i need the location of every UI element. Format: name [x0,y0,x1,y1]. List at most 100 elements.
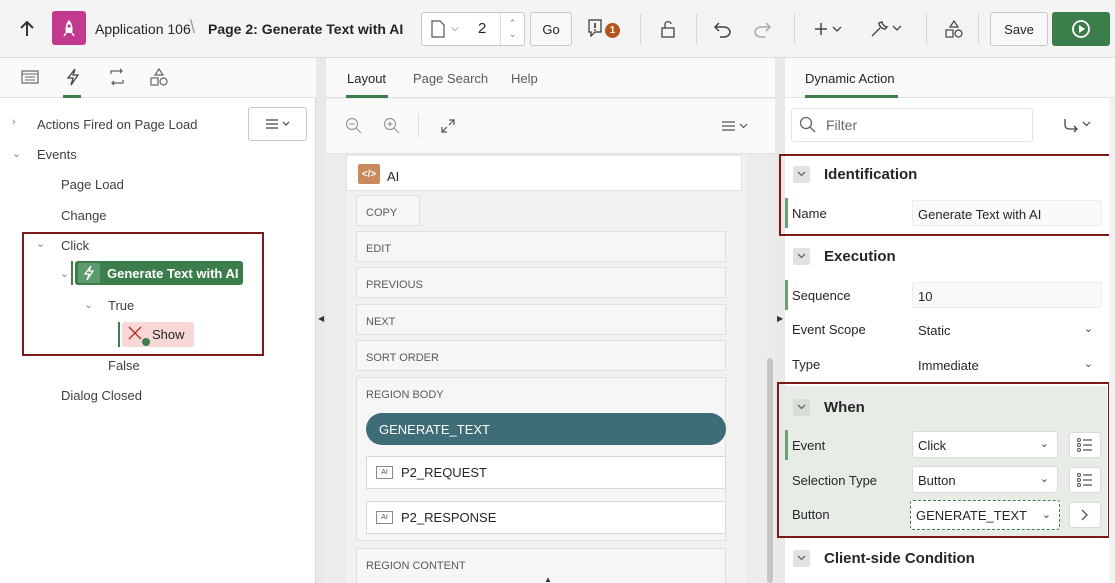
layout-toolbar [326,99,775,154]
go-to-group-icon[interactable] [1060,115,1096,135]
expand-icon[interactable] [438,116,458,136]
middle-pane-tabs: Layout Page Search Help [326,58,775,98]
page-stepper[interactable]: ⌃ ⌄ [500,13,524,45]
highlight-box [22,232,264,356]
filter-placeholder: Filter [826,117,858,133]
shared-components-icon[interactable] [942,16,966,42]
chevron-down-icon[interactable] [793,247,810,265]
section-title: Client-side Condition [824,549,975,567]
sequence-field[interactable]: 10 [912,282,1102,308]
app-icon[interactable] [52,11,86,45]
breadcrumb-application[interactable]: Application 106 [95,21,191,37]
shared-components-tab-icon[interactable] [148,66,170,88]
zoom-out-icon[interactable] [344,116,364,136]
rendering-tab-icon[interactable] [19,66,41,88]
tree-node-false[interactable]: False [108,358,140,373]
go-button[interactable]: Go [530,12,572,46]
up-arrow-icon[interactable] [14,16,40,42]
chevron-down-icon[interactable]: ⌄ [12,147,21,160]
page-number-input[interactable]: 2 [478,20,486,37]
ai-item-icon: AI [376,511,393,524]
chevron-right-icon[interactable]: › [12,116,16,128]
active-tab-indicator [805,95,898,98]
region-ai[interactable]: </> AI [346,155,742,191]
item-p2-response[interactable]: AI P2_RESPONSE [366,501,726,534]
tree-node-events[interactable]: Events [37,147,77,162]
toolbar-divider [696,14,697,44]
section-client-side-condition[interactable]: Client-side Condition [785,540,1115,576]
code-icon: </> [358,164,380,184]
create-menu-button[interactable] [810,16,846,42]
processing-tab-icon[interactable] [106,66,128,88]
position-next[interactable]: NEXT [356,304,726,335]
event-scope-select[interactable]: Static ⌄ [912,316,1102,343]
item-label: P2_RESPONSE [401,510,497,525]
position-sort-order[interactable]: SORT ORDER [356,340,726,371]
ai-item-icon: AI [376,466,393,479]
toolbar-divider [926,14,927,44]
warning-count-badge: 1 [605,23,620,38]
toolbar-divider [640,14,641,44]
chevron-down-icon[interactable] [793,549,810,567]
collapse-left-icon[interactable]: ◀ [318,314,324,323]
left-pane-tabs [0,58,316,98]
tree-node-actions-fired[interactable]: Actions Fired on Page Load [37,117,197,132]
chevron-down-icon: ⌄ [1083,358,1093,370]
tab-page-search[interactable]: Page Search [413,71,488,86]
top-toolbar: Application 106 \ Page 2: Generate Text … [0,0,1115,58]
tree-node-page-load[interactable]: Page Load [61,177,124,192]
layout-pane: Layout Page Search Help </> AI COPY EDIT… [326,58,775,583]
item-label: P2_REQUEST [401,465,487,480]
page-icon [428,18,448,40]
redo-icon[interactable] [750,16,774,42]
toolbar-divider [794,14,795,44]
left-splitter[interactable]: ◀ [316,58,326,583]
region-title: AI [387,169,400,184]
zoom-in-icon[interactable] [382,116,402,136]
collapse-bottom-icon[interactable]: ▲ [544,575,552,583]
position-previous[interactable]: PREVIOUS [356,267,726,298]
search-icon [798,115,818,135]
warning-icon[interactable] [586,18,604,38]
utilities-menu-button[interactable] [866,16,906,42]
section-title: Execution [824,247,896,265]
run-button[interactable] [1052,12,1110,46]
undo-icon[interactable] [711,16,735,42]
type-select[interactable]: Immediate ⌄ [912,351,1102,378]
tab-dynamic-action[interactable]: Dynamic Action [805,71,895,86]
dynamic-actions-tab-icon[interactable] [62,66,84,88]
chevron-down-icon[interactable]: ⌵ [449,20,461,36]
property-scrollbar[interactable] [1109,98,1115,583]
button-generate-text[interactable]: GENERATE_TEXT [366,413,726,445]
toolbar-divider [978,14,979,44]
save-button[interactable]: Save [990,12,1048,46]
layout-scrollbar[interactable] [767,358,773,583]
layout-menu-icon[interactable] [718,116,752,136]
lock-icon[interactable] [657,16,681,42]
chevron-down-icon: ⌄ [1083,323,1093,335]
highlight-box [777,382,1110,538]
page-title: Page 2: Generate Text with AI [208,21,404,37]
tab-help[interactable]: Help [511,71,538,86]
event-scope-value: Static [918,323,951,338]
tree-node-dialog-closed[interactable]: Dialog Closed [61,388,142,403]
tab-layout[interactable]: Layout [347,71,386,86]
type-label: Type [792,357,821,372]
event-scope-label: Event Scope [792,322,866,337]
property-editor: Dynamic Action Filter Identification Nam… [777,58,1115,583]
item-p2-request[interactable]: AI P2_REQUEST [366,456,726,489]
position-edit[interactable]: EDIT [356,231,726,262]
tree-menu-button[interactable] [248,107,307,141]
sequence-label: Sequence [792,288,851,303]
section-execution[interactable]: Execution [785,238,1115,274]
highlight-box [779,154,1111,236]
collapse-right-icon[interactable]: ▶ [777,314,783,323]
position-region-content[interactable]: REGION CONTENT [356,548,726,583]
active-tab-indicator [346,95,388,98]
rendering-tree-pane: › Actions Fired on Page Load ⌄ Events Pa… [0,58,316,583]
tree-node-change[interactable]: Change [61,208,107,223]
position-copy[interactable]: COPY [356,195,420,226]
play-icon [1072,20,1090,38]
required-indicator [785,280,788,310]
toolbar-divider [418,114,419,138]
